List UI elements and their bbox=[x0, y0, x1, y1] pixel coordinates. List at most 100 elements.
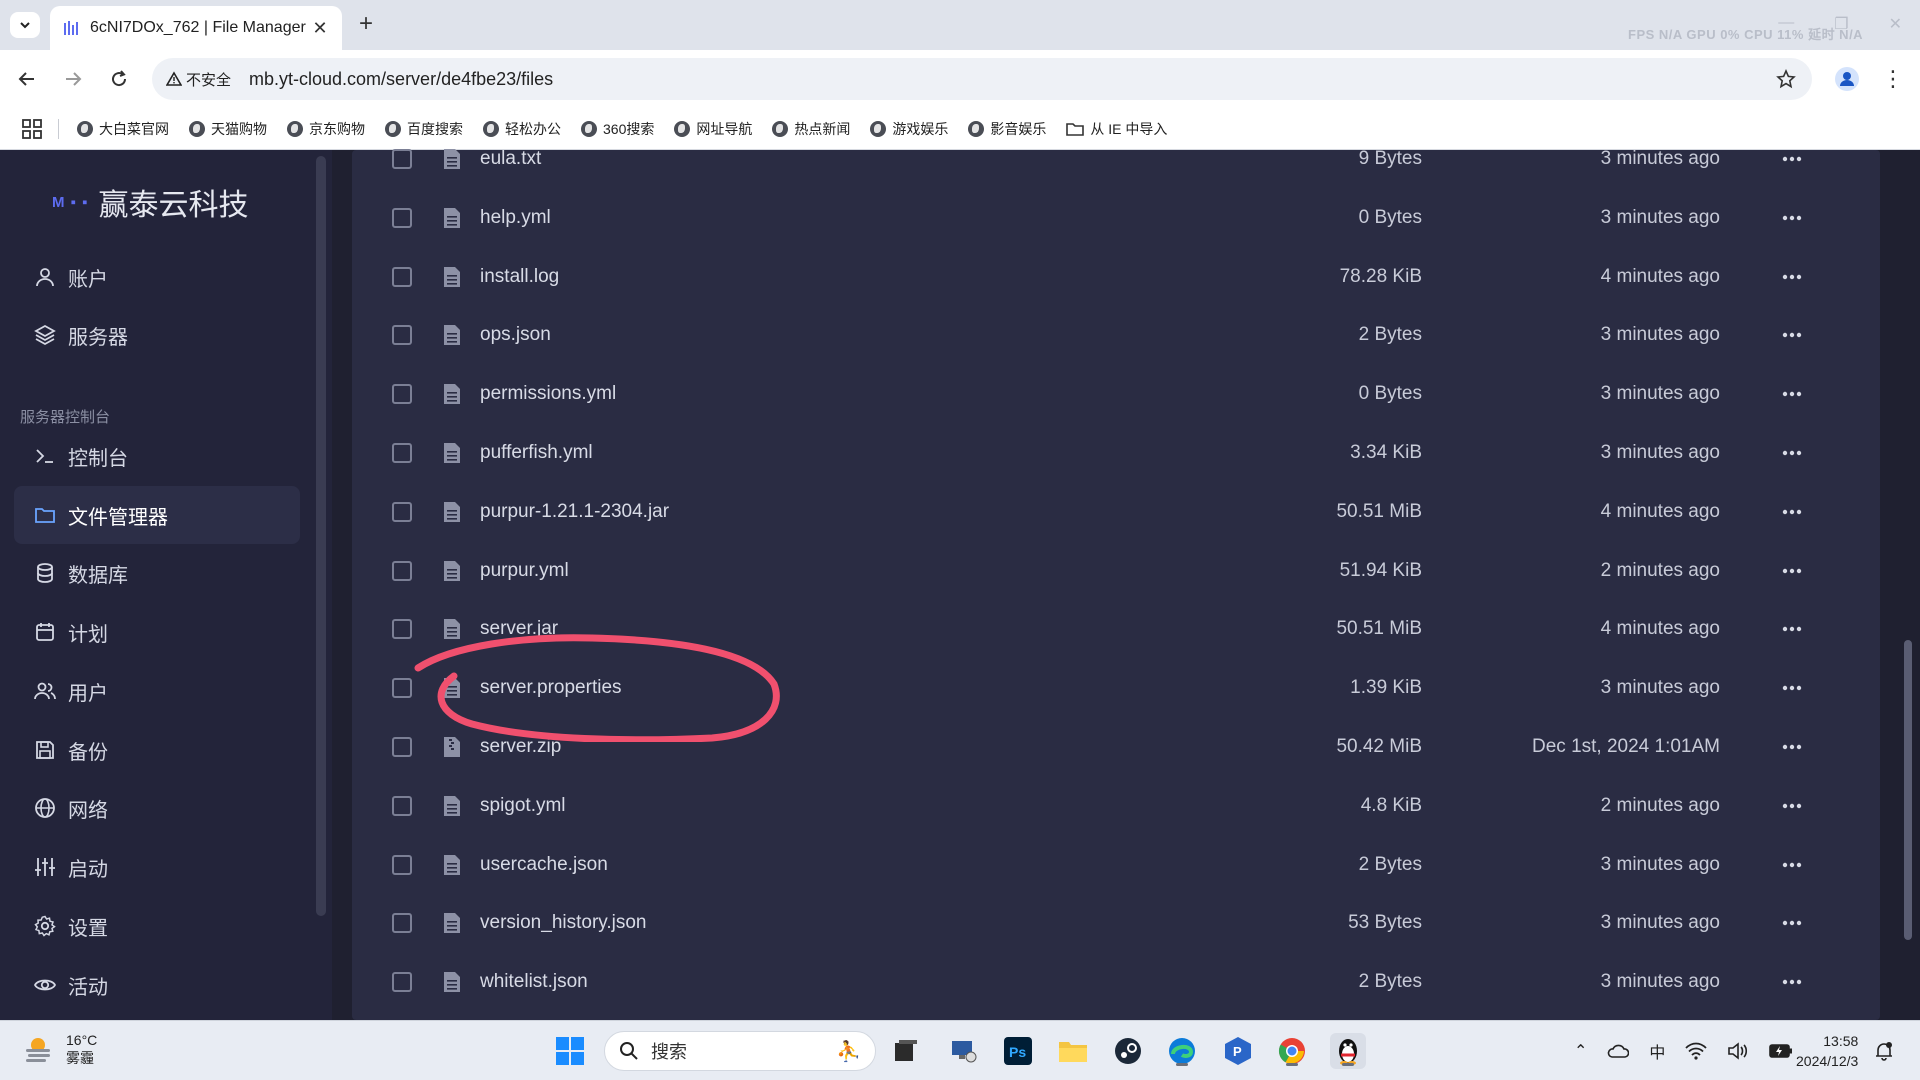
security-indicator[interactable]: 不安全 bbox=[166, 69, 231, 90]
more-options-icon[interactable] bbox=[1776, 735, 1808, 759]
more-options-icon[interactable] bbox=[1776, 147, 1808, 171]
browser-menu-icon[interactable]: ⋮ bbox=[1878, 64, 1908, 94]
file-select-checkbox[interactable] bbox=[392, 384, 412, 405]
more-options-icon[interactable] bbox=[1776, 617, 1808, 641]
system-clock[interactable]: 13:58 2024/12/3 bbox=[1796, 1031, 1858, 1071]
more-options-icon[interactable] bbox=[1776, 911, 1808, 935]
more-options-icon[interactable] bbox=[1776, 853, 1808, 877]
apps-grid-icon[interactable] bbox=[20, 117, 44, 141]
file-select-checkbox[interactable] bbox=[392, 149, 412, 169]
onedrive-cloud-icon[interactable] bbox=[1607, 1043, 1630, 1059]
battery-charging-icon[interactable] bbox=[1769, 1044, 1793, 1058]
file-row[interactable]: server.properties 1.39 KiB 3 minutes ago bbox=[352, 659, 1880, 717]
more-options-icon[interactable] bbox=[1776, 323, 1808, 347]
file-row[interactable]: purpur.yml 51.94 KiB 2 minutes ago bbox=[352, 542, 1880, 600]
file-name[interactable]: help.yml bbox=[480, 207, 551, 229]
bookmark-item[interactable]: 天猫购物 bbox=[189, 119, 267, 139]
sidebar-item-users[interactable]: 用户 bbox=[14, 662, 300, 720]
file-row[interactable]: eula.txt 9 Bytes 3 minutes ago bbox=[352, 130, 1880, 188]
file-name[interactable]: permissions.yml bbox=[480, 383, 616, 405]
file-row[interactable]: ops.json 2 Bytes 3 minutes ago bbox=[352, 306, 1880, 364]
file-select-checkbox[interactable] bbox=[392, 913, 412, 934]
taskbar-app-file-explorer[interactable] bbox=[1055, 1033, 1091, 1069]
file-name[interactable]: ops.json bbox=[480, 324, 551, 346]
volume-icon[interactable] bbox=[1727, 1042, 1749, 1060]
taskbar-app-qq[interactable] bbox=[1330, 1033, 1366, 1069]
file-name[interactable]: server.zip bbox=[480, 736, 561, 758]
reload-button[interactable] bbox=[104, 64, 134, 94]
sidebar-item-file-manager[interactable]: 文件管理器 bbox=[14, 486, 300, 544]
forward-button[interactable] bbox=[58, 64, 88, 94]
more-options-icon[interactable] bbox=[1776, 265, 1808, 289]
file-select-checkbox[interactable] bbox=[392, 207, 412, 228]
file-select-checkbox[interactable] bbox=[392, 737, 412, 757]
file-select-checkbox[interactable] bbox=[392, 619, 412, 640]
tab-list-button[interactable] bbox=[10, 12, 40, 38]
sidebar-item-backups[interactable]: 备份 bbox=[14, 721, 300, 779]
notification-bell-icon[interactable] bbox=[1874, 1041, 1894, 1061]
url-text[interactable]: mb.yt-cloud.com/server/de4fbe23/files bbox=[249, 69, 1774, 90]
bookmark-item[interactable]: 大白菜官网 bbox=[77, 119, 169, 139]
address-bar[interactable]: 不安全 mb.yt-cloud.com/server/de4fbe23/file… bbox=[152, 58, 1812, 100]
taskbar-app-p-launcher[interactable]: P bbox=[1220, 1033, 1256, 1069]
file-name[interactable]: pufferfish.yml bbox=[480, 442, 593, 464]
file-select-checkbox[interactable] bbox=[392, 795, 412, 816]
profile-avatar-icon[interactable] bbox=[1832, 64, 1862, 94]
taskbar-app-chrome[interactable] bbox=[1274, 1033, 1310, 1069]
page-scrollbar[interactable] bbox=[1904, 640, 1912, 940]
file-select-checkbox[interactable] bbox=[392, 501, 412, 522]
file-select-checkbox[interactable] bbox=[392, 560, 412, 581]
sidebar-item-servers[interactable]: 服务器 bbox=[14, 306, 300, 364]
more-options-icon[interactable] bbox=[1776, 559, 1808, 583]
file-name[interactable]: purpur.yml bbox=[480, 560, 569, 582]
sidebar-scrollbar[interactable] bbox=[316, 156, 326, 916]
file-select-checkbox[interactable] bbox=[392, 854, 412, 875]
sidebar-item-network[interactable]: 网络 bbox=[14, 779, 300, 837]
more-options-icon[interactable] bbox=[1776, 382, 1808, 406]
new-tab-button[interactable]: + bbox=[352, 10, 380, 38]
sidebar-item-databases[interactable]: 数据库 bbox=[14, 544, 300, 602]
file-select-checkbox[interactable] bbox=[392, 678, 412, 699]
file-row[interactable]: version_history.json 53 Bytes 3 minutes ag… bbox=[352, 894, 1880, 952]
file-select-checkbox[interactable] bbox=[392, 266, 412, 287]
file-select-checkbox[interactable] bbox=[392, 443, 412, 463]
close-window-icon[interactable]: ✕ bbox=[1889, 14, 1902, 34]
browser-tab-active[interactable]: 6cNI7DOx_762 | File Manager ✕ bbox=[50, 6, 342, 50]
tab-close-icon[interactable]: ✕ bbox=[310, 18, 330, 38]
file-name[interactable]: eula.txt bbox=[480, 148, 541, 170]
wifi-icon[interactable] bbox=[1685, 1042, 1708, 1060]
taskbar-search[interactable]: 搜索 ⛹ bbox=[604, 1031, 876, 1071]
more-options-icon[interactable] bbox=[1776, 676, 1808, 700]
sidebar-item-settings[interactable]: 设置 bbox=[14, 897, 300, 955]
more-options-icon[interactable] bbox=[1776, 794, 1808, 818]
file-row[interactable]: usercache.json 2 Bytes 3 minutes ago bbox=[352, 836, 1880, 894]
taskbar-app-photoshop[interactable]: Ps bbox=[1000, 1033, 1036, 1069]
sidebar-item-startup[interactable]: 启动 bbox=[14, 838, 300, 896]
sidebar-item-schedules[interactable]: 计划 bbox=[14, 603, 300, 661]
file-row[interactable]: server.jar 50.51 MiB 4 minutes ago bbox=[352, 600, 1880, 658]
file-row[interactable]: help.yml 0 Bytes 3 minutes ago bbox=[352, 189, 1880, 247]
sidebar-item-activity[interactable]: 活动 bbox=[14, 956, 300, 1014]
taskbar-app-edge[interactable] bbox=[1164, 1033, 1200, 1069]
more-options-icon[interactable] bbox=[1776, 970, 1808, 994]
file-name[interactable]: install.log bbox=[480, 266, 559, 288]
file-select-checkbox[interactable] bbox=[392, 972, 412, 993]
start-button[interactable] bbox=[552, 1033, 588, 1069]
file-row[interactable]: permissions.yml 0 Bytes 3 minutes ago bbox=[352, 365, 1880, 423]
maximize-icon[interactable]: ❐ bbox=[1834, 14, 1848, 34]
taskbar-app-steam[interactable] bbox=[1110, 1033, 1146, 1069]
file-name[interactable]: server.properties bbox=[480, 677, 622, 699]
taskbar-app-task-view[interactable] bbox=[888, 1033, 924, 1069]
more-options-icon[interactable] bbox=[1776, 500, 1808, 524]
file-name[interactable]: whitelist.json bbox=[480, 971, 588, 993]
more-options-icon[interactable] bbox=[1776, 206, 1808, 230]
sidebar-item-console[interactable]: 控制台 bbox=[14, 427, 300, 485]
file-row[interactable]: pufferfish.yml 3.34 KiB 3 minutes ago bbox=[352, 424, 1880, 482]
file-row[interactable]: install.log 78.28 KiB 4 minutes ago bbox=[352, 248, 1880, 306]
taskbar-app-remote-desktop[interactable] bbox=[946, 1033, 982, 1069]
file-row[interactable]: server.zip 50.42 MiB Dec 1st, 2024 1:01AM bbox=[352, 718, 1880, 776]
file-name[interactable]: usercache.json bbox=[480, 854, 608, 876]
chevron-up-icon[interactable]: ⌃ bbox=[1574, 1041, 1587, 1061]
bookmark-star-icon[interactable] bbox=[1774, 67, 1798, 91]
more-options-icon[interactable] bbox=[1776, 441, 1808, 465]
